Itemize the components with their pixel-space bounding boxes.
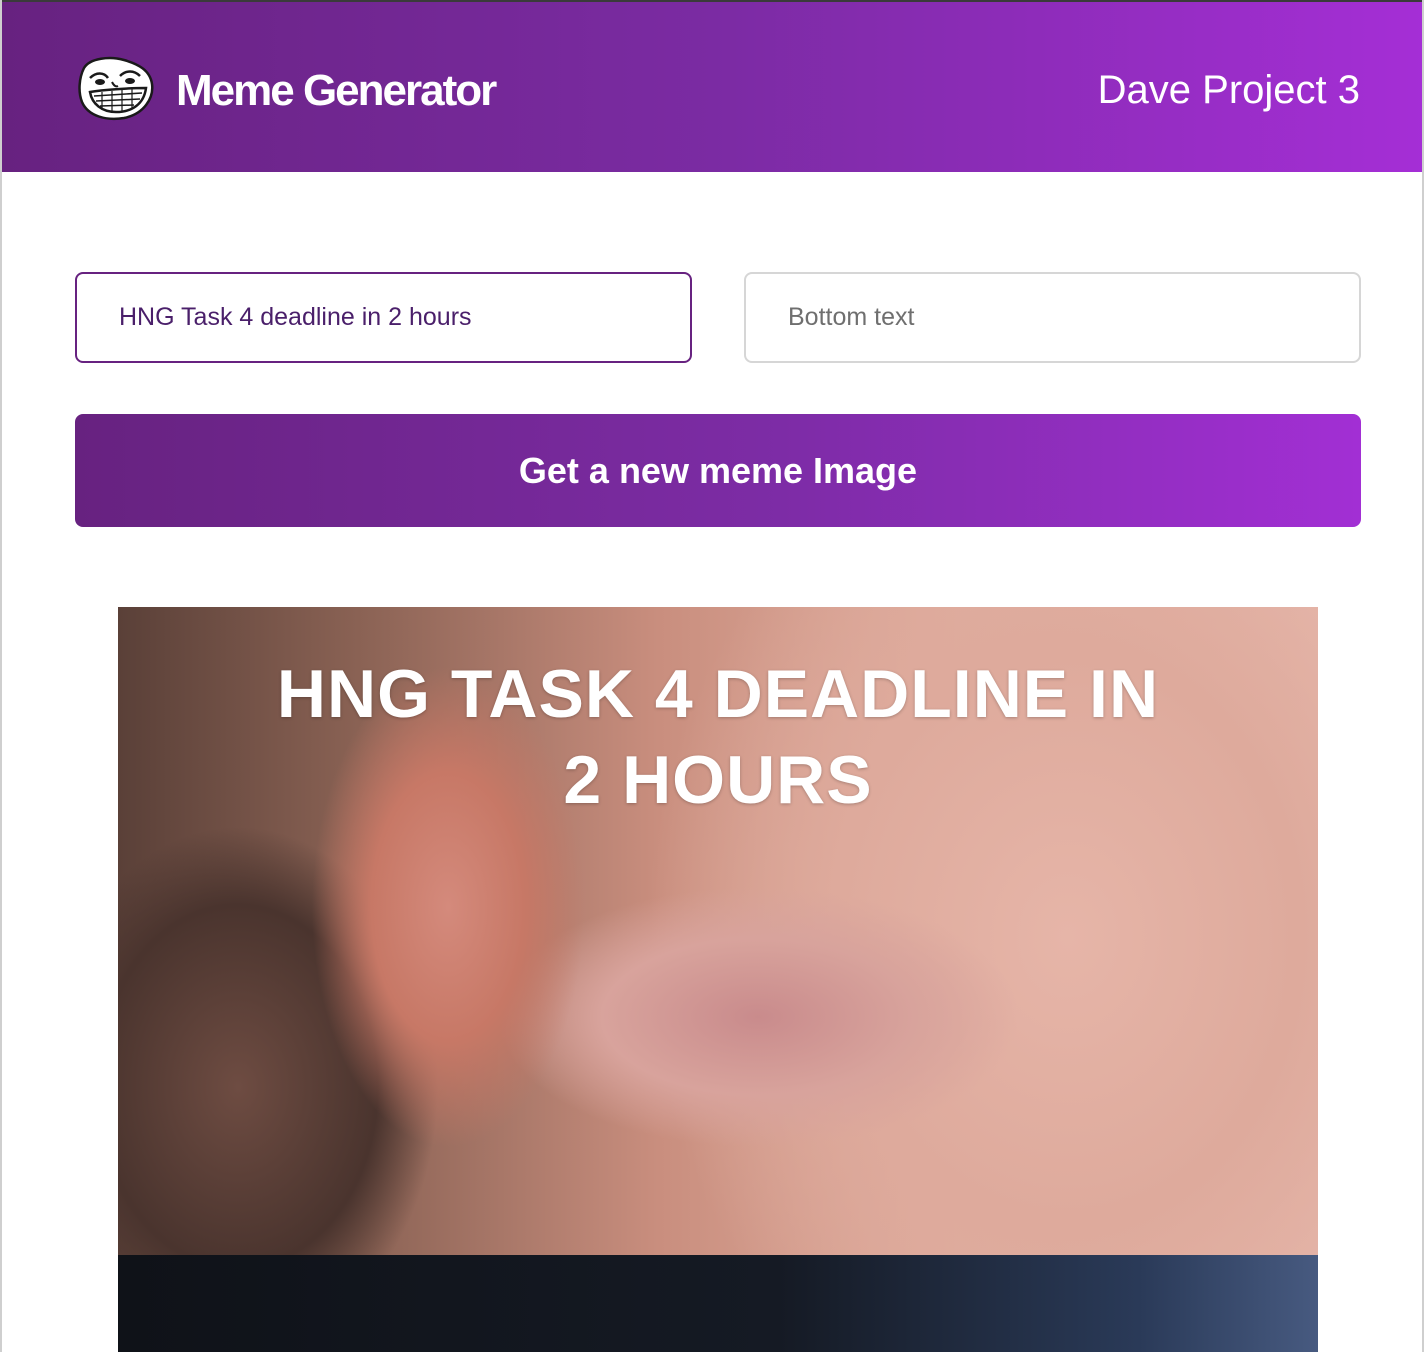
- troll-face-icon: [76, 54, 156, 122]
- app-header: Meme Generator Dave Project 3: [2, 0, 1422, 172]
- app-title: Meme Generator: [176, 66, 497, 115]
- meme-top-text: HNG Task 4 deadline in 2 hours: [276, 656, 1160, 818]
- bottom-text-input[interactable]: [744, 272, 1361, 363]
- meme-image: HNG Task 4 deadline in 2 hours: [118, 607, 1318, 1352]
- project-label: Dave Project 3: [1097, 68, 1360, 112]
- page: Meme Generator Dave Project 3 Get a new …: [0, 0, 1424, 1352]
- get-new-meme-button[interactable]: Get a new meme Image: [75, 414, 1361, 527]
- meme-photo-lower: [118, 1255, 1318, 1352]
- top-text-input[interactable]: [75, 272, 692, 363]
